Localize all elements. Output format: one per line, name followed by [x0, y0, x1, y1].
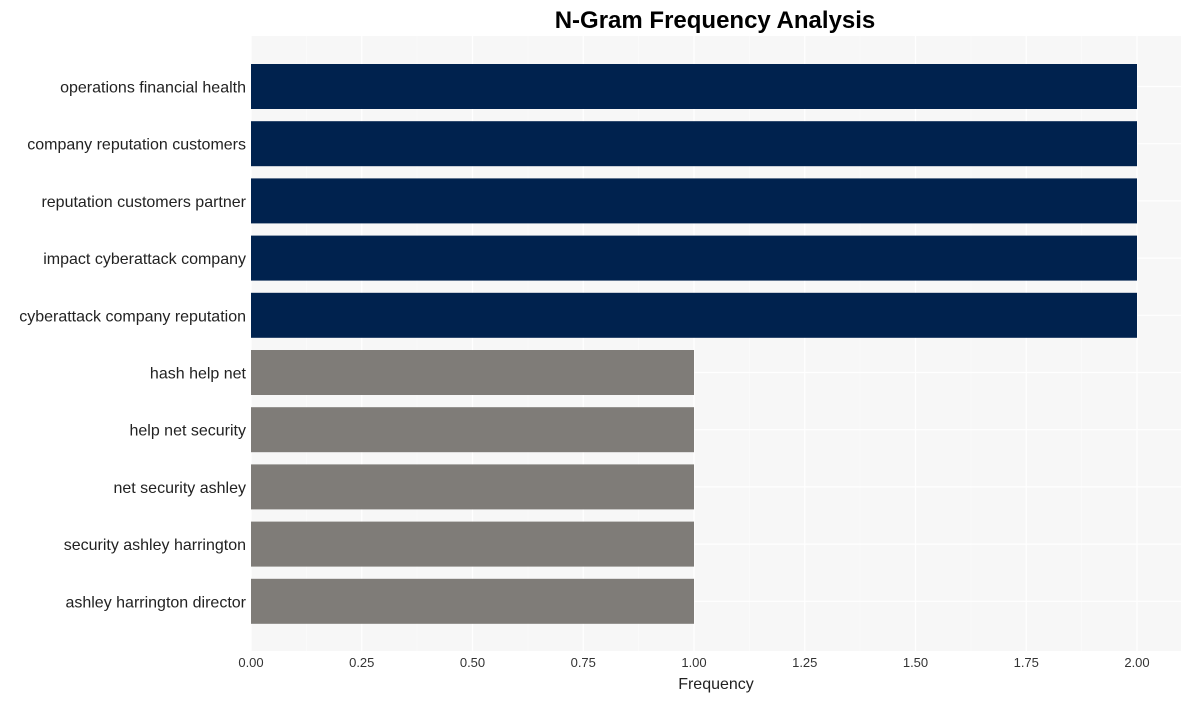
y-tick-label: hash help net — [150, 366, 247, 383]
y-axis-labels: operations financial health company reput… — [19, 80, 246, 612]
x-tick-label: 0.00 — [238, 655, 263, 670]
y-tick-label: security ashley harrington — [64, 537, 246, 554]
bar-cyberattack-company-reputation — [251, 292, 1137, 338]
x-tick-label: 1.50 — [903, 655, 928, 670]
x-tick-label: 1.25 — [792, 655, 817, 670]
bar-ashley-harrington-director — [251, 578, 694, 624]
bar-security-ashley-harrington — [251, 521, 694, 567]
bar-company-reputation-customers — [251, 121, 1137, 167]
y-tick-label: company reputation customers — [27, 137, 246, 154]
x-tick-label: 2.00 — [1124, 655, 1149, 670]
x-axis-label: Frequency — [678, 676, 754, 693]
x-tick-label: 0.75 — [571, 655, 596, 670]
bar-reputation-customers-partner — [251, 178, 1137, 224]
x-axis-ticks: 0.00 0.25 0.50 0.75 1.00 1.25 1.50 1.75 2.00 — [238, 655, 1149, 670]
x-tick-label: 1.75 — [1014, 655, 1039, 670]
y-tick-label: operations financial health — [60, 80, 246, 97]
chart-title: N-Gram Frequency Analysis — [555, 7, 876, 34]
bar-net-security-ashley — [251, 464, 694, 510]
x-tick-label: 1.00 — [681, 655, 706, 670]
y-tick-label: help net security — [129, 423, 246, 440]
y-tick-label: impact cyberattack company — [43, 251, 246, 268]
chart: N-Gram Frequency Analysis operations fin… — [19, 7, 1181, 693]
y-tick-label: reputation customers partner — [41, 194, 246, 211]
y-tick-label: cyberattack company reputation — [19, 308, 246, 325]
bar-hash-help-net — [251, 350, 694, 395]
y-tick-label: ashley harrington director — [65, 594, 246, 611]
x-tick-label: 0.50 — [460, 655, 485, 670]
bar-operations-financial-health — [251, 64, 1137, 109]
bar-help-net-security — [251, 407, 694, 453]
bar-impact-cyberattack-company — [251, 235, 1137, 281]
x-tick-label: 0.25 — [349, 655, 374, 670]
y-tick-label: net security ashley — [113, 480, 246, 497]
